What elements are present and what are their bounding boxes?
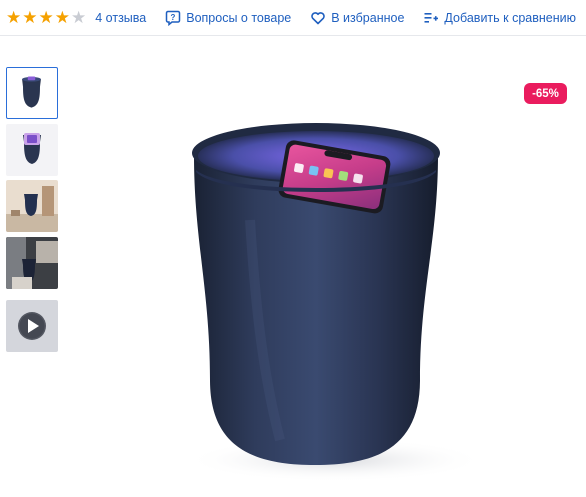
questions-link[interactable]: ? Вопросы о товаре — [165, 10, 291, 26]
star-icon: ★ — [6, 8, 22, 27]
favorites-label: В избранное — [331, 10, 405, 25]
question-bubble-icon: ? — [165, 10, 181, 26]
thumbnail-3[interactable] — [6, 180, 58, 232]
reviews-link[interactable]: 4 отзыва — [95, 11, 146, 25]
play-icon — [18, 312, 46, 340]
star-icon: ★ — [54, 8, 70, 27]
thumbnail-4[interactable] — [6, 237, 58, 289]
thumbnail-video[interactable] — [6, 300, 58, 352]
heart-icon — [310, 10, 326, 26]
favorites-link[interactable]: В избранное — [310, 10, 404, 26]
thumbnail-1[interactable] — [6, 67, 58, 119]
star-icon: ★ — [38, 8, 54, 27]
product-meta-bar: ★ ★ ★ ★ ★ 4 отзыва ? Вопросы о товаре В … — [0, 0, 586, 36]
svg-text:?: ? — [171, 13, 176, 22]
star-empty-icon: ★ — [71, 8, 87, 27]
star-icon: ★ — [22, 8, 38, 27]
compare-list-icon — [423, 10, 439, 26]
compare-link[interactable]: Добавить к сравнению — [423, 10, 576, 26]
compare-label: Добавить к сравнению — [444, 10, 576, 25]
thumbnail-2[interactable] — [6, 124, 58, 176]
questions-label: Вопросы о товаре — [186, 10, 292, 25]
rating-stars[interactable]: ★ ★ ★ ★ ★ — [6, 9, 87, 26]
main-product-image[interactable] — [150, 110, 500, 492]
discount-badge: -65% — [524, 83, 567, 104]
